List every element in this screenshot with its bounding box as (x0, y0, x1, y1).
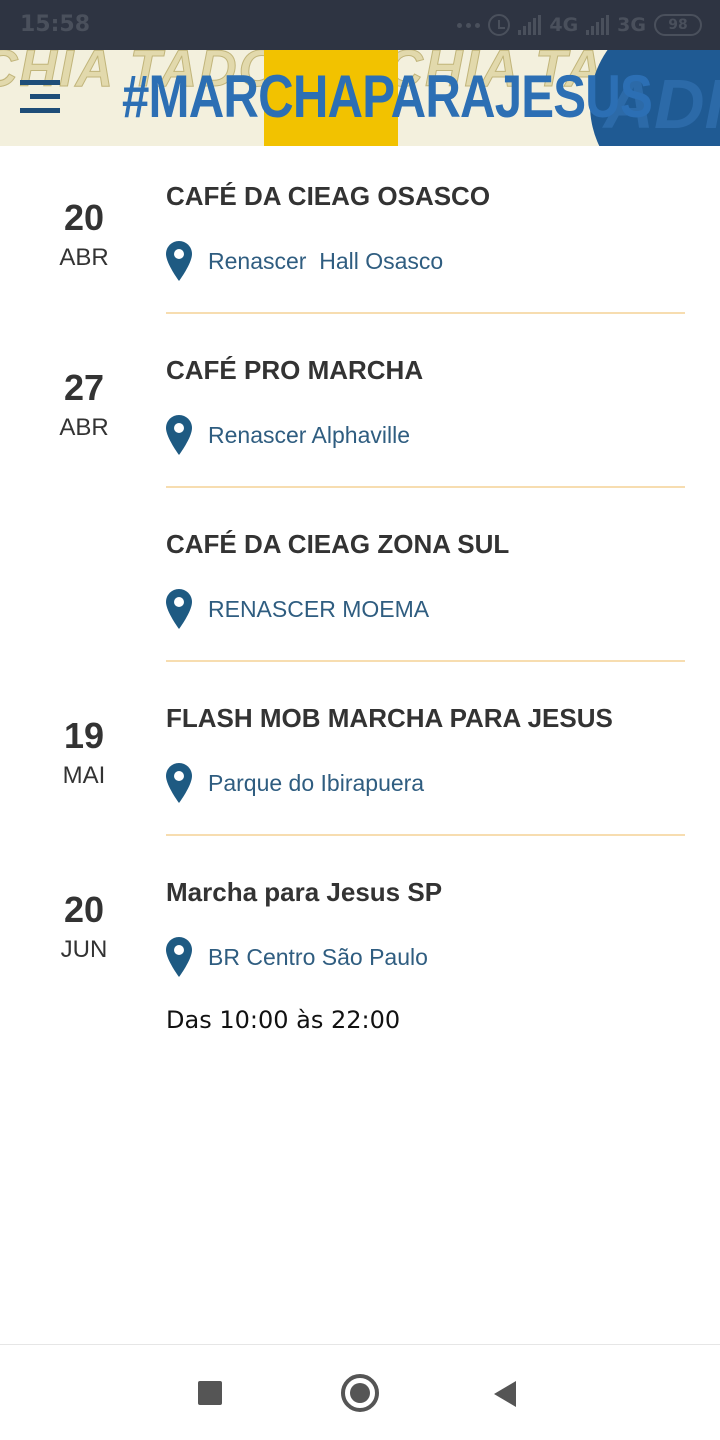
event-date: 27 ABR (40, 368, 128, 442)
event-date: 20 ABR (40, 198, 128, 272)
network-type-2: 3G (617, 14, 646, 36)
event-location[interactable]: Renascer Alphaville (166, 414, 410, 456)
status-time: 15:58 (20, 12, 91, 37)
divider (166, 312, 685, 314)
event-date (40, 542, 128, 548)
signal-icon (518, 15, 542, 35)
recent-apps-square-icon[interactable] (198, 1381, 222, 1405)
event-title: Marcha para Jesus SP (166, 877, 443, 907)
event-time: Das 10:00 às 22:00 (166, 1006, 401, 1034)
map-pin-icon (166, 589, 192, 629)
map-pin-icon (166, 241, 192, 281)
header-banner: CHIA TADO SP CHIA TADO SP CHIA TADO SP A… (0, 50, 720, 146)
map-pin-icon (166, 763, 192, 803)
status-bar: 15:58 4G 3G 98 (0, 0, 720, 50)
navigation-bar (0, 1344, 720, 1440)
event-month: ABR (59, 244, 109, 271)
signal-icon-2 (586, 15, 610, 35)
event-location-text: Renascer Alphaville (208, 421, 411, 448)
hamburger-menu-icon[interactable] (20, 80, 64, 116)
event-date: 19 MAI (40, 716, 128, 790)
event-location-text: BR Centro São Paulo (208, 943, 428, 970)
event-location[interactable]: BR Centro São Paulo (166, 936, 428, 978)
event-location[interactable]: Renascer Hall Osasco (166, 240, 443, 282)
event-location[interactable]: RENASCER MOEMA (166, 588, 429, 630)
event-location[interactable]: Parque do Ibirapuera (166, 762, 424, 804)
home-circle-icon[interactable] (341, 1374, 379, 1412)
event-month: ABR (59, 414, 109, 441)
alarm-icon (488, 14, 511, 36)
event-location-text: Renascer Hall Osasco (208, 247, 444, 274)
event-location-text: Parque do Ibirapuera (208, 769, 425, 796)
divider (166, 486, 685, 488)
event-title: CAFÉ DA CIEAG ZONA SUL (166, 529, 510, 559)
network-type-1: 4G (549, 14, 579, 36)
event-month: MAI (62, 762, 106, 789)
map-pin-icon (166, 937, 192, 977)
event-title: CAFÉ PRO MARCHA (166, 355, 424, 385)
divider (166, 660, 685, 662)
event-day: 27 (63, 367, 105, 408)
battery-icon: 98 (654, 14, 702, 36)
event-title: CAFÉ DA CIEAG OSASCO (166, 181, 491, 211)
page-title: #MARCHAPARAJESUS (122, 63, 653, 130)
back-triangle-icon[interactable] (494, 1381, 516, 1407)
event-date: 20 JUN (40, 890, 128, 964)
event-month: JUN (60, 936, 108, 963)
status-indicators: 4G 3G 98 (457, 12, 702, 38)
more-notifications-icon (457, 22, 481, 28)
event-location-text: RENASCER MOEMA (208, 595, 430, 622)
event-day: 20 (63, 889, 105, 930)
map-pin-icon (166, 415, 192, 455)
divider (166, 834, 685, 836)
event-day: 20 (63, 197, 105, 238)
event-day: 19 (63, 715, 105, 756)
event-title: FLASH MOB MARCHA PARA JESUS (166, 703, 613, 733)
